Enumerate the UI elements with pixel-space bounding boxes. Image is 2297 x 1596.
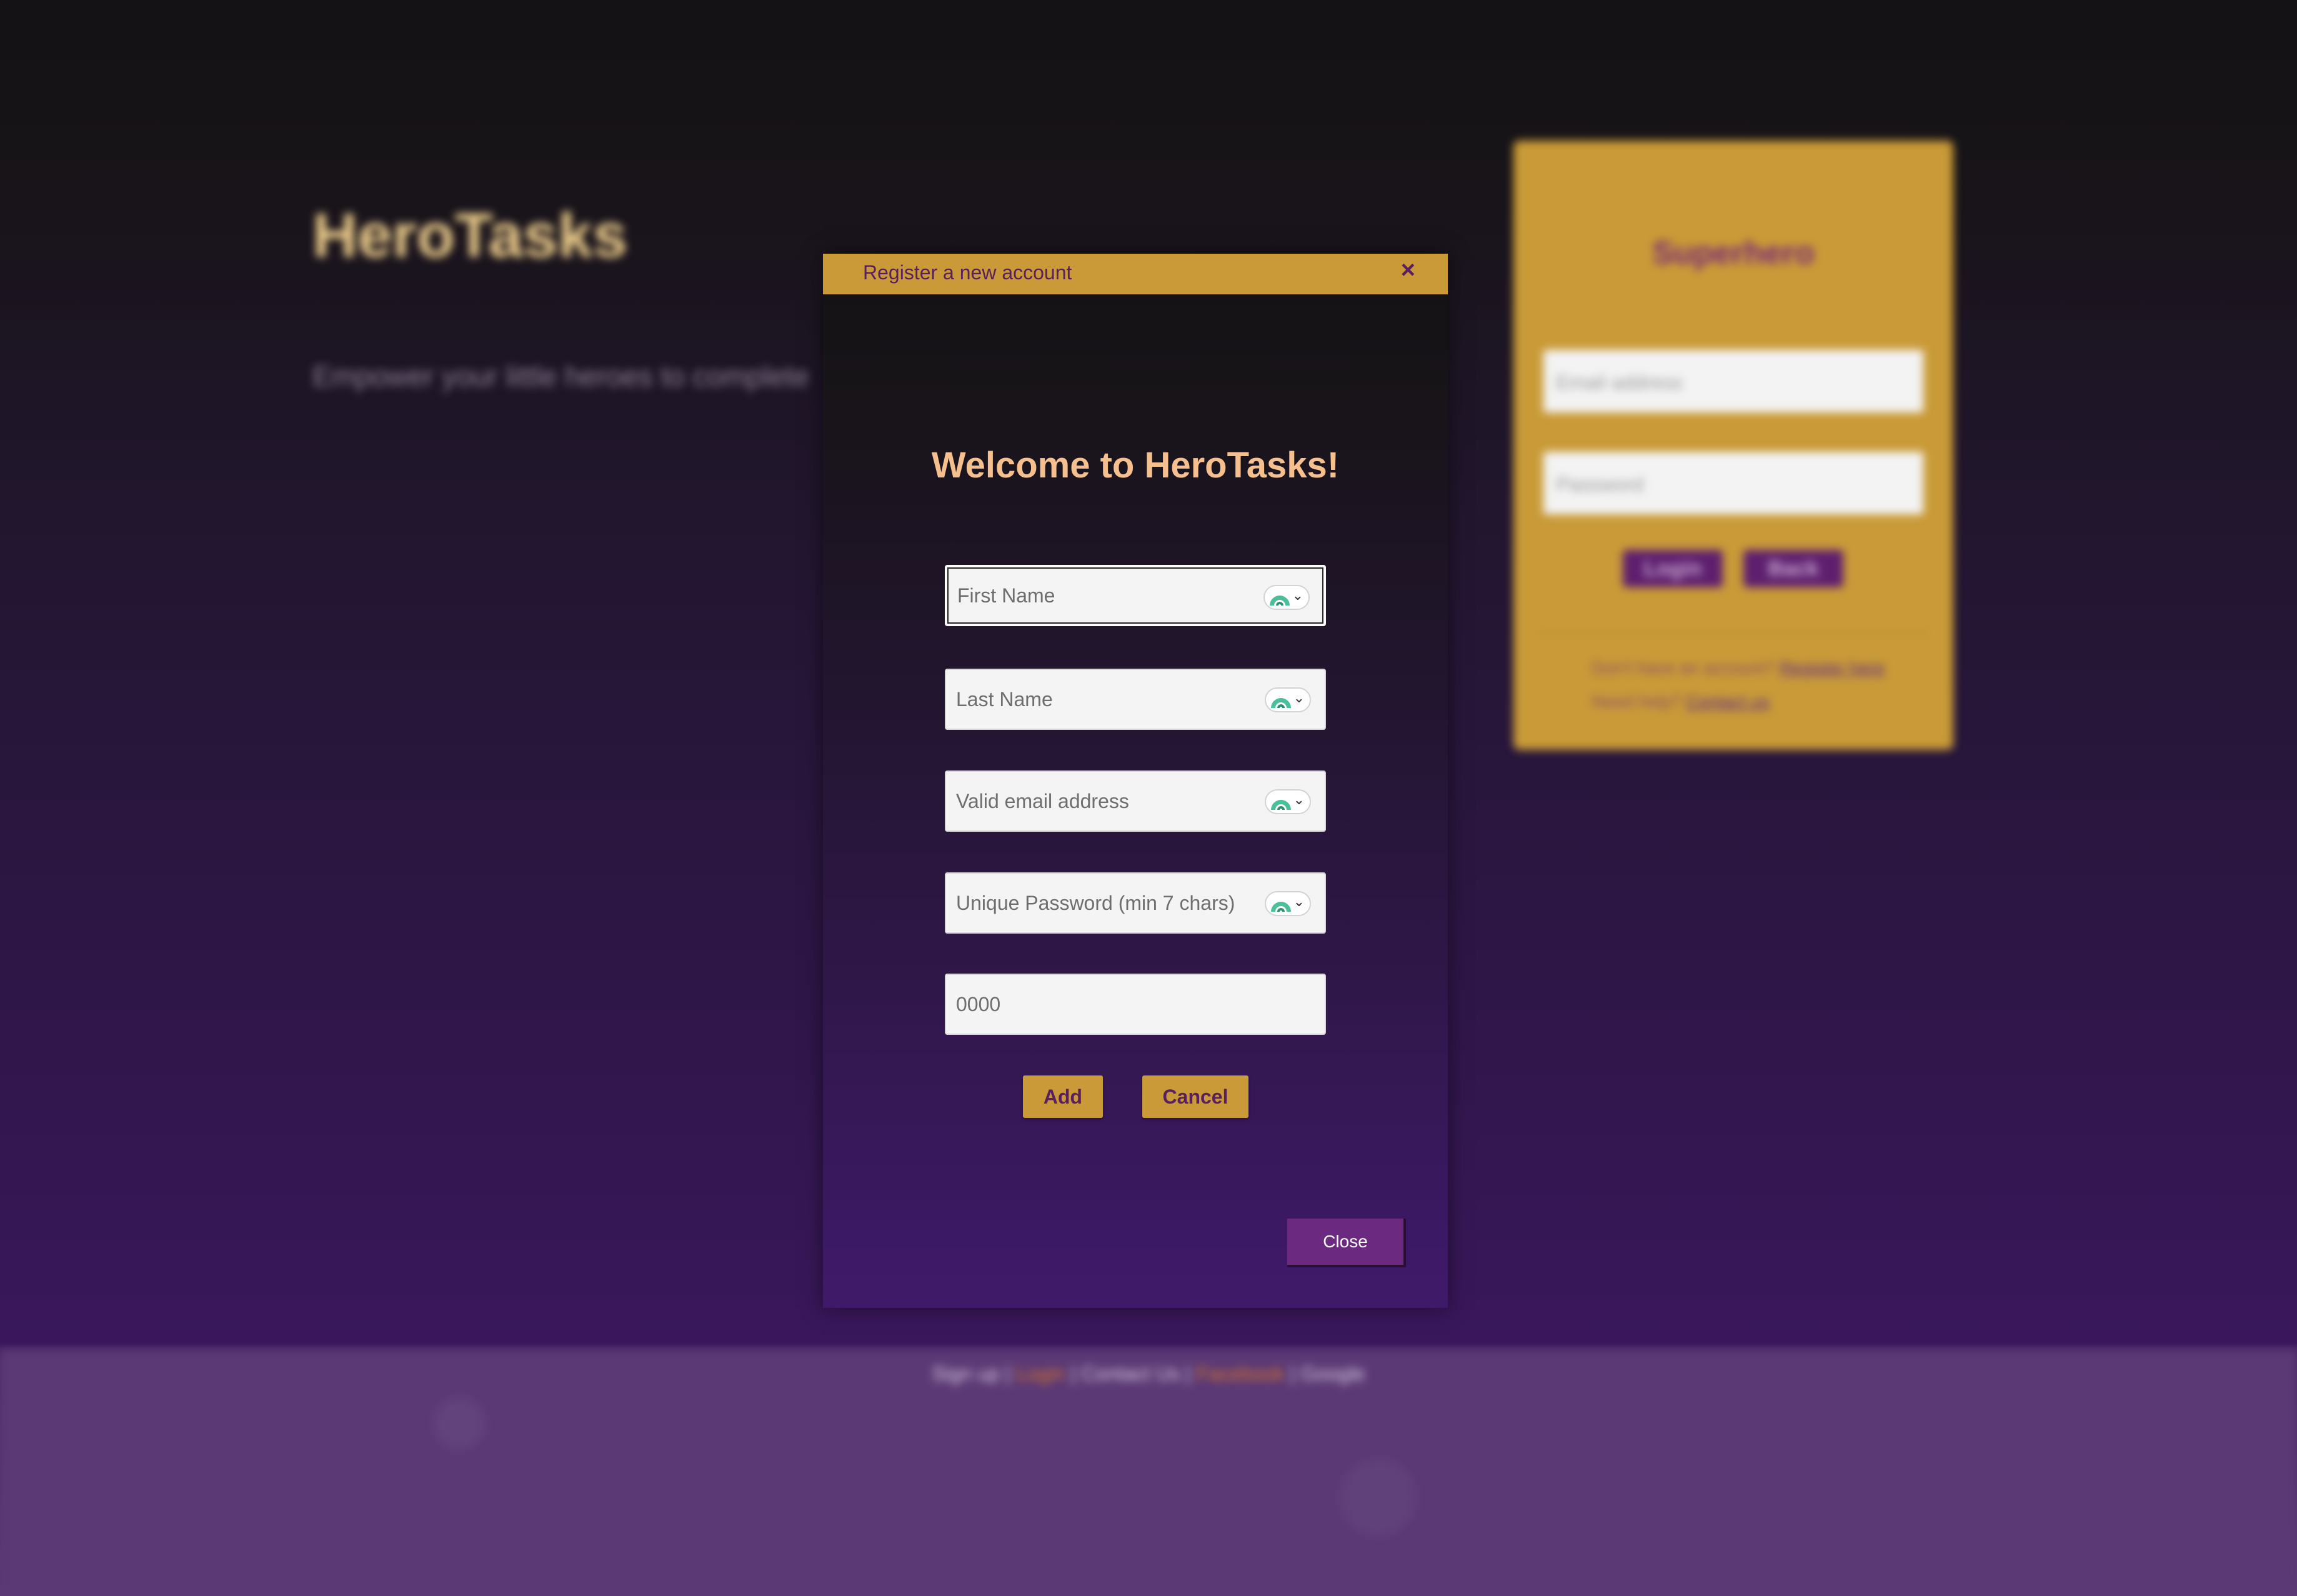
welcome-heading: Welcome to HeroTasks! [931, 445, 1340, 486]
chevron-down-icon: ⌄ [1292, 587, 1303, 603]
footer [0, 1350, 2297, 1596]
help-line: Need help? Contact us [1592, 692, 1770, 712]
cancel-button[interactable]: Cancel [1142, 1075, 1248, 1118]
email-field: ⌄ [945, 771, 1326, 832]
password-manager-button[interactable]: ⌄ [1265, 789, 1311, 814]
register-dialog: Register a new account × Welcome to Hero… [823, 254, 1448, 1308]
login-email-input[interactable]: Email address [1543, 350, 1923, 412]
contact-link[interactable]: Contact us [1686, 692, 1770, 711]
need-help-text: Need help? [1592, 692, 1682, 711]
login-password-input[interactable]: Password [1543, 452, 1923, 514]
footer-link-signup[interactable]: Sign up [932, 1362, 1000, 1385]
footer-link-login[interactable]: Login [1016, 1362, 1065, 1385]
hero-title: HeroTasks [312, 201, 627, 271]
password-manager-button[interactable]: ⌄ [1265, 687, 1311, 712]
footer-links: Sign up | Login | Contact Us | Facebook … [932, 1362, 1365, 1385]
chevron-down-icon: ⌄ [1293, 792, 1305, 807]
dialog-title: Register a new account [863, 261, 1072, 284]
login-title: Superhero [1652, 235, 1815, 271]
password-manager-button[interactable]: ⌄ [1263, 585, 1310, 610]
pin-input[interactable] [946, 975, 1325, 1034]
pin-field [945, 974, 1326, 1035]
dialog-titlebar: Register a new account × [823, 254, 1448, 294]
footer-link-facebook[interactable]: Facebook [1197, 1362, 1285, 1385]
back-button[interactable]: Back [1743, 550, 1843, 587]
register-link[interactable]: Register here [1780, 658, 1885, 677]
no-account-text: Don't have an account? [1592, 658, 1775, 677]
close-icon[interactable]: × [1401, 257, 1415, 282]
chevron-down-icon: ⌄ [1293, 690, 1305, 706]
login-button[interactable]: Login [1623, 550, 1723, 587]
first-name-field: ⌄ [945, 565, 1326, 626]
password-manager-icon [1271, 902, 1291, 912]
footer-link-google[interactable]: Google [1300, 1362, 1365, 1385]
password-field: ⌄ [945, 872, 1326, 934]
password-manager-button[interactable]: ⌄ [1265, 891, 1311, 916]
chevron-down-icon: ⌄ [1293, 894, 1305, 909]
last-name-field: ⌄ [945, 669, 1326, 730]
password-manager-icon [1271, 698, 1291, 708]
password-manager-icon [1271, 800, 1291, 810]
register-line: Don't have an account? Register here [1592, 658, 1885, 678]
password-manager-icon [1270, 596, 1290, 606]
add-button[interactable]: Add [1023, 1075, 1103, 1118]
login-divider [1538, 631, 1928, 632]
close-button[interactable]: Close [1287, 1219, 1406, 1267]
login-card: Superhero Email address Password Login B… [1513, 141, 1953, 750]
footer-link-contact[interactable]: Contact Us [1081, 1362, 1180, 1385]
